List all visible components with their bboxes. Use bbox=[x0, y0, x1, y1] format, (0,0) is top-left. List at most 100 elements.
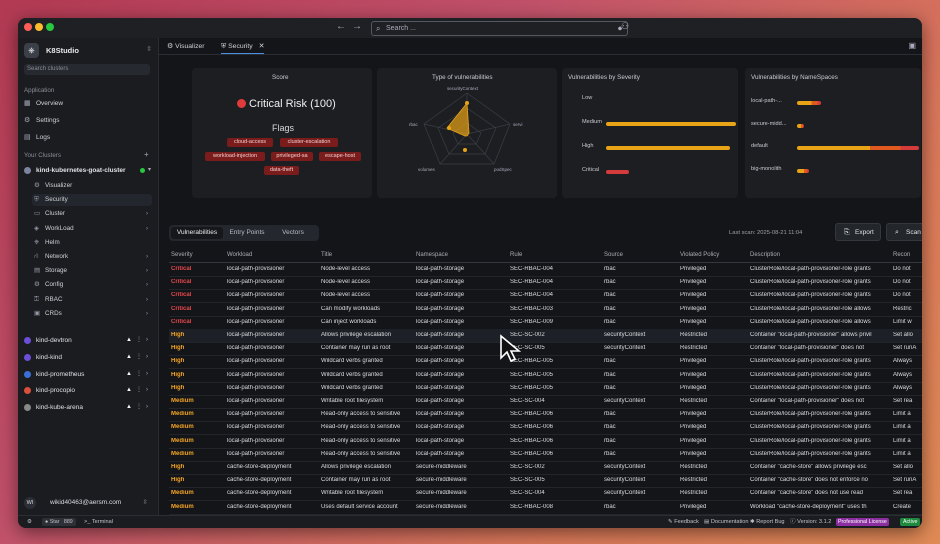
more-icon[interactable]: ⋮ bbox=[136, 368, 142, 381]
table-cell: rbac bbox=[604, 266, 616, 272]
table-row[interactable]: Critical local-path-provisioner Can modify… bbox=[169, 303, 922, 317]
table-row[interactable]: High cache-store-deployment Allows privile… bbox=[169, 461, 922, 475]
scan-button[interactable]: ⌕ Scan bbox=[886, 223, 922, 241]
gear-icon: ⚙ bbox=[24, 117, 31, 124]
severity-bar bbox=[606, 122, 736, 126]
table-cell: local-path-storage bbox=[416, 384, 465, 391]
more-icon[interactable]: ⋮ bbox=[136, 401, 142, 414]
table-row[interactable]: Critical local-path-provisioner Can inject… bbox=[169, 316, 922, 330]
sidebar-item-crds[interactable]: ▣ CRDs › bbox=[32, 308, 152, 320]
chevron-right-icon[interactable]: › bbox=[146, 351, 148, 364]
table-row[interactable]: Medium local-path-provisioner Read-only ac… bbox=[169, 435, 922, 449]
column-header[interactable]: Namespace bbox=[416, 252, 448, 258]
close-window-button[interactable] bbox=[24, 23, 32, 31]
column-header[interactable]: Recon bbox=[893, 252, 910, 258]
github-star-button[interactable]: ● Star 889 bbox=[42, 518, 76, 526]
column-header[interactable]: Violated Policy bbox=[680, 252, 719, 258]
sidebar-item-workload[interactable]: ◈ WorkLoad › bbox=[32, 223, 152, 235]
user-menu[interactable]: WI wikid40463@aersm.com ⇳ bbox=[22, 496, 152, 510]
sidebar-item-config[interactable]: ⚙ Config › bbox=[32, 279, 152, 291]
sidebar-item-visualizer[interactable]: ⚙ Visualizer bbox=[32, 180, 152, 192]
global-search-input[interactable]: ⌕ Search ... ⏺ bbox=[371, 21, 628, 36]
column-header[interactable]: Rule bbox=[510, 252, 522, 258]
sidebar-item-rbac[interactable]: ⚿ RBAC › bbox=[32, 294, 152, 306]
table-cell: local-path-storage bbox=[416, 358, 465, 365]
table-row[interactable]: High local-path-provisioner Container may … bbox=[169, 342, 922, 357]
table-row[interactable]: Medium cache-store-deployment Writable roo… bbox=[169, 487, 922, 502]
close-tab-icon[interactable]: ✕ bbox=[259, 43, 265, 50]
tab-security[interactable]: ⛨ Security ✕ bbox=[221, 40, 265, 54]
maximize-window-button[interactable] bbox=[46, 23, 54, 31]
table-row[interactable]: Medium local-path-provisioner Read-only ac… bbox=[169, 448, 922, 462]
column-header[interactable]: Workload bbox=[227, 252, 252, 258]
report-bug-link[interactable]: ✱ Report Bug bbox=[750, 516, 785, 528]
tab-visualizer[interactable]: ⚙ Visualizer bbox=[167, 40, 205, 53]
table-row[interactable]: Medium local-path-provisioner Read-only ac… bbox=[169, 421, 922, 436]
table-cell: Container "cache-store" does not enforce… bbox=[750, 477, 868, 484]
table-cell: cache-store-deployment bbox=[227, 503, 292, 510]
sidebar-item-helm[interactable]: ⎈ Helm bbox=[32, 237, 152, 249]
app-switcher[interactable]: ⎈ K8Studio ⇳ bbox=[24, 43, 152, 59]
back-arrow-icon[interactable]: ← bbox=[336, 21, 346, 32]
settings-icon[interactable]: ⚙ bbox=[27, 516, 32, 528]
active-cluster[interactable]: kind-kubernetes-goat-cluster ▾ bbox=[22, 164, 152, 177]
column-header[interactable]: Title bbox=[321, 252, 332, 258]
table-cell: Set allo bbox=[893, 332, 914, 338]
table-cell: SEC-RBAC-004 bbox=[510, 266, 554, 272]
sidebar-item-logs[interactable]: ▤ Logs bbox=[22, 132, 152, 144]
chevron-right-icon[interactable]: › bbox=[146, 401, 148, 414]
sidebar-item-security[interactable]: ⛨ Security bbox=[32, 194, 152, 207]
more-icon[interactable]: ⋮ bbox=[136, 384, 142, 397]
forward-arrow-icon[interactable]: → bbox=[352, 21, 362, 32]
radar-label: rbac bbox=[409, 122, 419, 127]
terminal-button[interactable]: >_ Terminal bbox=[84, 516, 113, 528]
column-header[interactable]: Source bbox=[604, 252, 623, 258]
cluster-item[interactable]: kind-procopio ▲ ⋮ › bbox=[22, 384, 152, 397]
chevron-right-icon[interactable]: › bbox=[146, 368, 148, 381]
table-row[interactable]: High cache-store-deployment Container may … bbox=[169, 474, 922, 489]
chevron-right-icon[interactable]: › bbox=[146, 334, 148, 347]
toggle-vectors[interactable]: Vectors bbox=[271, 227, 315, 239]
sidebar-item-network[interactable]: ⛙ Network › bbox=[32, 251, 152, 263]
cluster-item[interactable]: kind-kube-arena ▲ ⋮ › bbox=[22, 401, 152, 414]
doc-icon: ▤ bbox=[704, 519, 710, 525]
cluster-item[interactable]: kind-prometheus ▲ ⋮ › bbox=[22, 368, 152, 381]
namespace-bar bbox=[797, 168, 810, 173]
table-row[interactable]: Critical local-path-provisioner Node-level… bbox=[169, 289, 922, 304]
column-header[interactable]: Description bbox=[750, 252, 780, 258]
sidebar-item-cluster[interactable]: ▭ Cluster › bbox=[32, 208, 152, 220]
toggle-entry-points[interactable]: Entry Points bbox=[225, 227, 269, 239]
feedback-link[interactable]: ✎ Feedback bbox=[668, 516, 699, 528]
table-row[interactable]: Medium local-path-provisioner Writable roo… bbox=[169, 395, 922, 409]
table-row[interactable]: Medium cache-store-deployment Uses default… bbox=[169, 501, 922, 515]
table-cell: Allows privilege escalation bbox=[321, 332, 392, 338]
sidebar-item-storage[interactable]: ▤ Storage › bbox=[32, 265, 152, 277]
minimize-window-button[interactable] bbox=[35, 23, 43, 31]
documentation-link[interactable]: ▤ Documentation bbox=[704, 516, 748, 528]
table-row[interactable]: High local-path-provisioner Wildcard verbs… bbox=[169, 355, 922, 370]
toggle-vulnerabilities[interactable]: Vulnerabilities bbox=[171, 227, 223, 239]
more-icon[interactable]: ⋮ bbox=[136, 334, 142, 347]
table-cell: rbac bbox=[604, 503, 616, 510]
table-cell: rbac bbox=[604, 371, 616, 378]
sidebar-item-overview[interactable]: ▦ Overview bbox=[22, 98, 152, 110]
table-row[interactable]: Critical local-path-provisioner Node-level… bbox=[169, 263, 922, 277]
more-icon[interactable]: ⋮ bbox=[136, 351, 142, 364]
chevron-right-icon[interactable]: › bbox=[146, 384, 148, 397]
export-button[interactable]: ⎘ Export bbox=[835, 223, 881, 241]
table-row[interactable]: Critical local-path-provisioner Node-level… bbox=[169, 276, 922, 291]
terminal-icon: >_ bbox=[84, 519, 91, 525]
cluster-item[interactable]: kind-devtron ▲ ⋮ › bbox=[22, 334, 152, 347]
cluster-search-input[interactable]: Search clusters bbox=[24, 64, 150, 75]
table-cell: rbac bbox=[604, 279, 616, 286]
bot-icon[interactable]: ⚇ bbox=[621, 21, 629, 32]
sidebar-item-settings[interactable]: ⚙ Settings bbox=[22, 115, 152, 127]
column-header[interactable]: Severity bbox=[171, 252, 193, 258]
table-row[interactable]: High local-path-provisioner Wildcard verbs… bbox=[169, 369, 922, 383]
cluster-item[interactable]: kind-kind ▲ ⋮ › bbox=[22, 351, 152, 364]
table-row[interactable]: Medium local-path-provisioner Read-only ac… bbox=[169, 408, 922, 423]
sidebar-toggle-icon[interactable]: ▣ bbox=[908, 41, 916, 50]
table-row[interactable]: High local-path-provisioner Wildcard verbs… bbox=[169, 382, 922, 396]
add-cluster-icon[interactable]: + bbox=[144, 150, 149, 159]
table-row[interactable]: High local-path-provisioner Allows privile… bbox=[169, 329, 922, 343]
